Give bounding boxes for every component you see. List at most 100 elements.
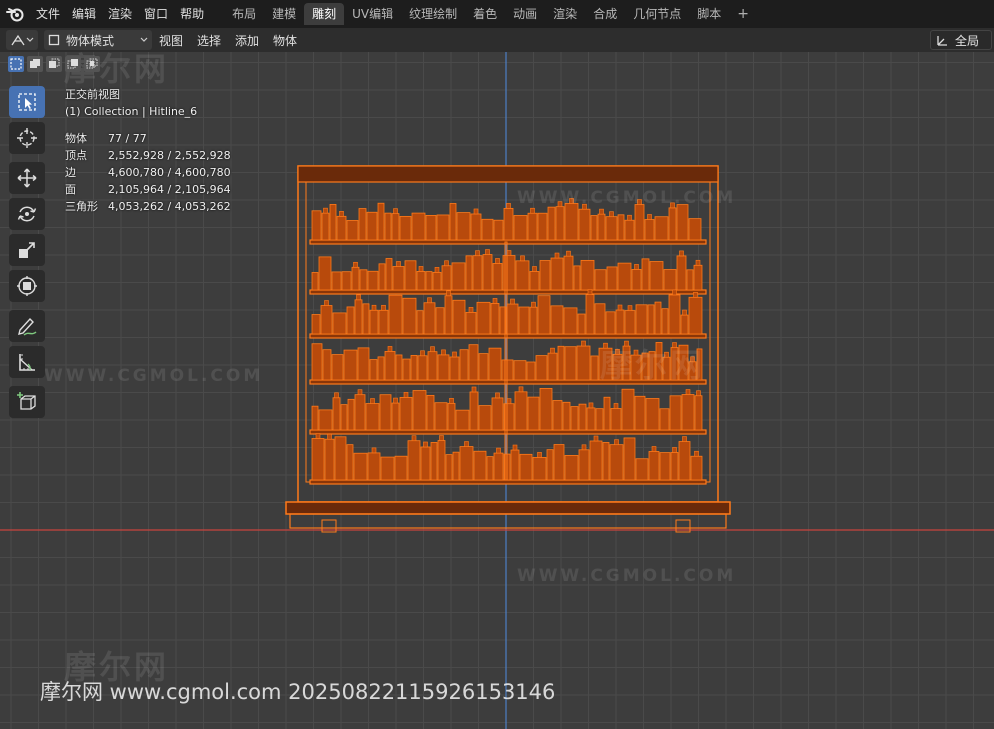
- product-item: [668, 294, 681, 335]
- rotate-icon[interactable]: [9, 198, 45, 230]
- product-item: [435, 307, 445, 335]
- product-cap: [449, 398, 454, 404]
- tab-compositing[interactable]: 合成: [585, 3, 625, 25]
- product-item: [441, 265, 452, 291]
- cabinet-foot: [675, 519, 691, 533]
- product-item: [519, 453, 533, 481]
- product-cap: [371, 304, 377, 311]
- select-box-icon[interactable]: [9, 86, 45, 118]
- product-item: [550, 305, 564, 335]
- measure-icon[interactable]: [9, 346, 45, 378]
- cursor-icon[interactable]: [9, 122, 45, 154]
- transform-icon[interactable]: [9, 270, 45, 302]
- mode-select[interactable]: 物体模式: [44, 30, 152, 50]
- product-item: [357, 347, 370, 381]
- select-subtract-icon[interactable]: [46, 56, 62, 72]
- product-item: [634, 204, 645, 241]
- product-cap: [554, 252, 560, 259]
- menu-view[interactable]: 视图: [152, 32, 190, 49]
- tab-rendering[interactable]: 渲染: [545, 3, 585, 25]
- mode-label: 物体模式: [66, 33, 115, 48]
- select-extend-icon[interactable]: [27, 56, 43, 72]
- watermark-site-3: WWW.CGMOL.COM: [517, 566, 737, 586]
- product-item: [590, 215, 598, 241]
- product-item: [492, 263, 503, 291]
- shelf-plank: [309, 333, 707, 339]
- tab-shading[interactable]: 着色: [465, 3, 505, 25]
- menu-file[interactable]: 文件: [30, 0, 66, 28]
- tab-layout[interactable]: 布局: [224, 3, 264, 25]
- product-cap: [685, 389, 691, 395]
- menu-edit[interactable]: 编辑: [66, 0, 102, 28]
- product-item: [451, 262, 466, 291]
- product-item: [449, 356, 460, 381]
- tab-geometry-nodes[interactable]: 几何节点: [625, 3, 689, 25]
- product-item: [578, 208, 591, 241]
- product-item: [676, 255, 687, 291]
- product-item: [378, 309, 389, 335]
- product-item: [510, 449, 520, 481]
- transform-orientation-dropdown[interactable]: 全局: [930, 30, 992, 50]
- product-item: [311, 272, 319, 291]
- annotate-icon[interactable]: [9, 310, 45, 342]
- product-cap: [550, 347, 555, 354]
- tab-sculpting[interactable]: 雕刻: [304, 3, 345, 25]
- add-workspace-button[interactable]: +: [729, 6, 757, 22]
- product-cap: [581, 340, 586, 347]
- product-item: [402, 297, 417, 335]
- menu-object[interactable]: 物体: [266, 32, 304, 49]
- menu-help[interactable]: 帮助: [174, 0, 210, 28]
- product-item: [379, 394, 392, 431]
- product-item: [680, 314, 689, 335]
- product-cap: [566, 250, 571, 257]
- select-new-icon[interactable]: [8, 56, 24, 72]
- tab-scripting[interactable]: 脚本: [689, 3, 729, 25]
- product-cap: [471, 386, 477, 393]
- product-item: [648, 451, 660, 481]
- transform-pivot-dropdown[interactable]: [6, 30, 38, 50]
- product-cap: [370, 398, 375, 404]
- product-item: [661, 308, 669, 335]
- product-item: [647, 304, 655, 335]
- product-item: [486, 456, 494, 481]
- cabinet-plinth: [289, 513, 727, 529]
- 3d-viewport[interactable]: 摩尔网 WWW.CGMOL.COM WWW.CGMOL.COM 摩尔网 WWW.…: [0, 52, 994, 729]
- product-cap: [485, 249, 490, 255]
- tab-animation[interactable]: 动画: [505, 3, 545, 25]
- product-item: [678, 441, 691, 481]
- menu-add[interactable]: 添加: [228, 32, 266, 49]
- product-item: [688, 296, 703, 335]
- tab-texture-paint[interactable]: 纹理绘制: [401, 3, 465, 25]
- select-invert-icon[interactable]: [65, 56, 81, 72]
- product-item: [539, 387, 553, 431]
- product-item: [367, 270, 379, 291]
- move-icon[interactable]: [9, 162, 45, 194]
- select-intersect-icon[interactable]: [84, 56, 100, 72]
- product-item: [503, 207, 514, 241]
- blender-logo-icon[interactable]: [0, 0, 30, 28]
- product-cap: [506, 250, 512, 256]
- product-item: [631, 269, 642, 291]
- product-item: [649, 261, 664, 291]
- product-item: [493, 452, 504, 481]
- product-item: [595, 408, 604, 431]
- product-cap: [420, 350, 425, 357]
- shelf-plank: [309, 239, 707, 245]
- tab-modeling[interactable]: 建模: [264, 3, 304, 25]
- product-cap: [423, 441, 428, 448]
- scale-icon[interactable]: [9, 234, 45, 266]
- menu-render[interactable]: 渲染: [102, 0, 138, 28]
- product-cap: [356, 294, 361, 301]
- menu-select[interactable]: 选择: [190, 32, 228, 49]
- product-item: [394, 455, 408, 481]
- product-item: [476, 301, 491, 335]
- product-item: [663, 269, 677, 291]
- product-item: [562, 401, 571, 431]
- tab-uv-editing[interactable]: UV编辑: [344, 3, 401, 25]
- menu-window[interactable]: 窗口: [138, 0, 174, 28]
- add-cube-icon[interactable]: [9, 386, 45, 418]
- product-item: [365, 403, 380, 431]
- product-item: [437, 440, 446, 481]
- product-cap: [357, 389, 363, 395]
- product-item: [563, 307, 578, 335]
